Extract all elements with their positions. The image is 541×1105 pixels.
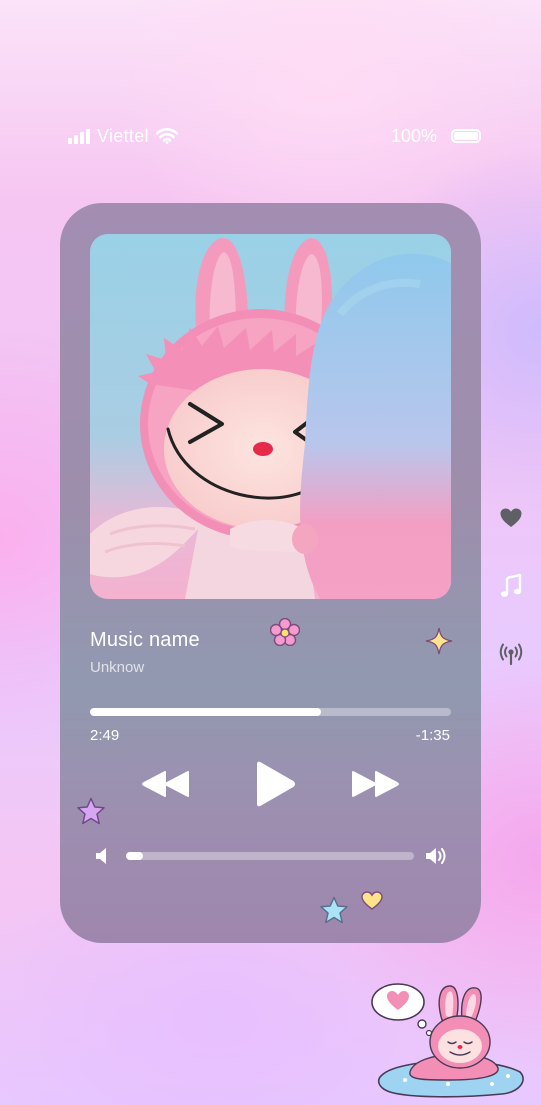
carrier-name: Viettel (97, 125, 149, 146)
status-right: 100% (391, 124, 481, 148)
battery-percent: 100% (390, 125, 437, 146)
status-left: Viettel (68, 124, 178, 148)
heart-icon (500, 508, 522, 527)
progress-bar[interactable] (90, 708, 451, 716)
playback-controls (60, 759, 481, 809)
rewind-icon (142, 771, 189, 797)
battery-icon (451, 129, 481, 143)
music-player-card: Music name Unknow 2:49 -1:35 (60, 203, 481, 943)
play-button[interactable] (252, 759, 298, 809)
sparkle-sticker-icon (425, 627, 453, 660)
play-icon (257, 761, 295, 807)
status-bar: Viettel 100% (68, 124, 481, 148)
broadcast-button[interactable] (497, 640, 525, 668)
time-elapsed: 2:49 (90, 727, 120, 744)
favorite-button[interactable] (497, 504, 525, 532)
progress-fill (90, 708, 322, 716)
album-art (90, 234, 451, 599)
volume-low-icon[interactable] (94, 847, 110, 870)
purple-star-sticker-icon (76, 797, 106, 831)
lyrics-button[interactable] (497, 572, 525, 600)
fast-forward-button[interactable] (349, 759, 401, 809)
time-remaining: -1:35 (415, 727, 450, 744)
volume-slider[interactable] (126, 852, 414, 860)
broadcast-icon (499, 643, 523, 666)
volume-high-icon[interactable] (425, 847, 449, 870)
flower-sticker-icon (269, 617, 301, 651)
track-artist: Unknow (90, 659, 145, 676)
battery-fill (454, 132, 478, 140)
track-title: Music name (90, 629, 200, 651)
fast-forward-icon (352, 771, 399, 797)
music-note-icon (500, 574, 522, 597)
volume-row (94, 845, 449, 867)
rewind-button[interactable] (140, 759, 192, 809)
blue-star-sticker-icon (319, 896, 349, 930)
wifi-icon (155, 128, 178, 144)
heart-sticker-icon (361, 891, 383, 916)
signal-bars-icon (68, 128, 90, 144)
sleeping-mascot-sticker (370, 980, 530, 1098)
volume-fill (126, 852, 144, 860)
